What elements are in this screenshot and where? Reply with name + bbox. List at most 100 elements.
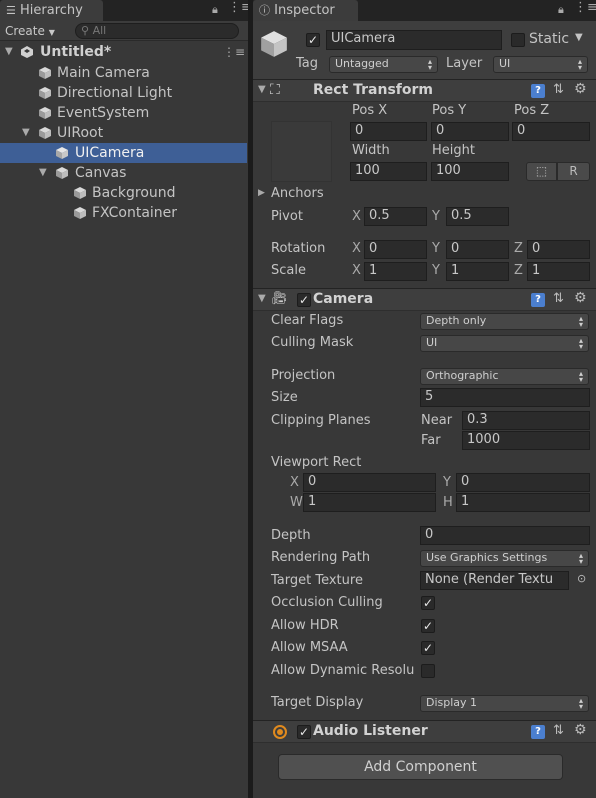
raw-edit-button[interactable]: R	[557, 162, 590, 181]
expand-arrow-icon[interactable]: ▼	[22, 123, 30, 143]
panel-menu-icon[interactable]: ⋮≡	[574, 0, 596, 15]
target-texture-field[interactable]: None (Render Textu	[420, 571, 569, 590]
collapse-arrow-icon[interactable]: ▶	[258, 188, 265, 198]
lock-icon[interactable]: 🔒︎	[212, 3, 218, 17]
scene-row[interactable]: ▼ Untitled* ⋮≡	[0, 42, 248, 62]
gear-icon[interactable]: ⚙	[574, 722, 587, 738]
depth-input[interactable]: 0	[420, 526, 590, 545]
rotation-y-input[interactable]: 0	[446, 240, 509, 259]
gear-icon[interactable]: ⚙	[574, 81, 587, 97]
scene-name: Untitled*	[40, 44, 112, 60]
viewport-h-input[interactable]: 1	[456, 493, 590, 512]
updown-arrow-icon: ▴ ▾	[578, 314, 583, 329]
occlusion-culling-checkbox[interactable]: ✓	[421, 596, 435, 610]
rect-transform-header[interactable]: ▼ ⛶ Rect Transform ? ⇅ ⚙	[253, 79, 596, 102]
inspector-tabbar: ⓘ Inspector 🔒︎ ⋮≡	[253, 0, 596, 21]
inspector-tab[interactable]: ⓘ Inspector	[253, 0, 358, 21]
create-dropdown[interactable]: Create ▼	[5, 23, 65, 39]
search-icon: ⚲	[81, 24, 90, 37]
rotation-x-input[interactable]: 0	[364, 240, 427, 259]
help-icon[interactable]: ?	[531, 293, 545, 307]
preset-icon[interactable]: ⇅	[553, 291, 564, 306]
allow-hdr-label: Allow HDR	[271, 618, 339, 633]
updown-arrow-icon: ▴ ▾	[578, 336, 583, 351]
hierarchy-item-fxcontainer[interactable]: FXContainer	[0, 203, 248, 223]
hierarchy-item-directional-light[interactable]: Directional Light	[0, 83, 248, 103]
viewport-x-input[interactable]: 0	[303, 473, 436, 492]
object-picker-icon[interactable]: ⊙	[577, 572, 586, 585]
audio-listener-header[interactable]: ✓ Audio Listener ? ⇅ ⚙	[253, 720, 596, 743]
scale-y-input[interactable]: 1	[446, 262, 509, 281]
anchors-foldout[interactable]: Anchors	[271, 186, 324, 202]
active-checkbox[interactable]: ✓	[306, 33, 320, 47]
hierarchy-item-canvas[interactable]: ▼ Canvas	[0, 163, 248, 183]
scene-menu-icon[interactable]: ⋮≡	[223, 42, 245, 62]
expand-arrow-icon[interactable]: ▼	[258, 293, 266, 304]
pos-z-input[interactable]: 0	[512, 122, 590, 141]
object-name-input[interactable]: UICamera	[326, 30, 502, 50]
viewport-y-input[interactable]: 0	[456, 473, 590, 492]
audio-listener-enabled-checkbox[interactable]: ✓	[297, 725, 311, 739]
hierarchy-item-uiroot[interactable]: ▼ UIRoot	[0, 123, 248, 143]
updown-arrow-icon: ▴ ▾	[578, 696, 583, 711]
hierarchy-item-uicamera-selected[interactable]: UICamera	[0, 143, 247, 163]
layer-label: Layer	[446, 56, 483, 71]
expand-arrow-icon[interactable]: ▼	[5, 42, 13, 62]
camera-enabled-checkbox[interactable]: ✓	[297, 293, 311, 307]
allow-msaa-checkbox[interactable]: ✓	[421, 641, 435, 655]
anchor-presets-box[interactable]	[271, 121, 332, 182]
far-input[interactable]: 1000	[462, 431, 590, 450]
rendering-path-dropdown[interactable]: Use Graphics Settings ▴ ▾	[420, 550, 589, 567]
lock-icon[interactable]: 🔒︎	[558, 3, 564, 17]
expand-arrow-icon[interactable]: ▼	[39, 163, 47, 183]
near-input[interactable]: 0.3	[462, 411, 590, 430]
static-checkbox[interactable]	[511, 33, 525, 47]
pivot-x-input[interactable]: 0.5	[364, 207, 427, 226]
hierarchy-item-label: Canvas	[75, 165, 127, 181]
scale-y-label: Y	[432, 263, 440, 278]
preset-icon[interactable]: ⇅	[553, 723, 564, 738]
pivot-y-input[interactable]: 0.5	[446, 207, 509, 226]
hierarchy-tabbar: ☰ Hierarchy 🔒︎ ⋮≡	[0, 0, 252, 21]
help-icon[interactable]: ?	[531, 725, 545, 739]
size-input[interactable]: 5	[420, 388, 590, 407]
pos-x-input[interactable]: 0	[350, 122, 427, 141]
pos-y-input[interactable]: 0	[431, 122, 509, 141]
pos-y-label: Pos Y	[432, 103, 467, 118]
tag-dropdown[interactable]: Untagged ▴ ▾	[329, 56, 438, 73]
hierarchy-search-input[interactable]: ⚲ All	[75, 23, 239, 39]
hierarchy-item-eventsystem[interactable]: EventSystem	[0, 103, 248, 123]
allow-hdr-checkbox[interactable]: ✓	[421, 619, 435, 633]
clear-flags-dropdown[interactable]: Depth only ▴ ▾	[420, 313, 589, 330]
blueprint-mode-button[interactable]: ⬚	[526, 162, 557, 181]
camera-icon: 🎥︎	[271, 291, 288, 306]
preset-icon[interactable]: ⇅	[553, 82, 564, 97]
add-component-button[interactable]: Add Component	[278, 754, 563, 780]
gear-icon[interactable]: ⚙	[574, 290, 587, 306]
width-input[interactable]: 100	[350, 162, 427, 181]
hierarchy-item-main-camera[interactable]: Main Camera	[0, 63, 248, 83]
help-icon[interactable]: ?	[531, 84, 545, 98]
scale-x-input[interactable]: 1	[364, 262, 427, 281]
layer-dropdown[interactable]: UI ▴ ▾	[493, 56, 588, 73]
viewport-w-input[interactable]: 1	[303, 493, 436, 512]
hierarchy-tab[interactable]: ☰ Hierarchy	[0, 0, 103, 21]
expand-arrow-icon[interactable]: ▼	[258, 84, 266, 95]
far-label: Far	[421, 433, 441, 448]
static-dropdown-icon[interactable]: ▼	[575, 32, 583, 43]
static-label: Static	[529, 31, 570, 47]
rotation-z-input[interactable]: 0	[527, 240, 590, 259]
depth-label: Depth	[271, 528, 311, 543]
camera-header[interactable]: ▼ 🎥︎ ✓ Camera ? ⇅ ⚙	[253, 288, 596, 311]
projection-dropdown[interactable]: Orthographic ▴ ▾	[420, 368, 589, 385]
hierarchy-item-background[interactable]: Background	[0, 183, 248, 203]
scale-label: Scale	[271, 263, 306, 278]
height-input[interactable]: 100	[431, 162, 509, 181]
projection-label: Projection	[271, 368, 336, 383]
rotation-label: Rotation	[271, 241, 326, 256]
scale-z-input[interactable]: 1	[527, 262, 590, 281]
culling-mask-dropdown[interactable]: UI ▴ ▾	[420, 335, 589, 352]
target-display-dropdown[interactable]: Display 1 ▴ ▾	[420, 695, 589, 712]
rendering-path-label: Rendering Path	[271, 550, 371, 565]
allow-dynamic-resolution-checkbox[interactable]	[421, 664, 435, 678]
